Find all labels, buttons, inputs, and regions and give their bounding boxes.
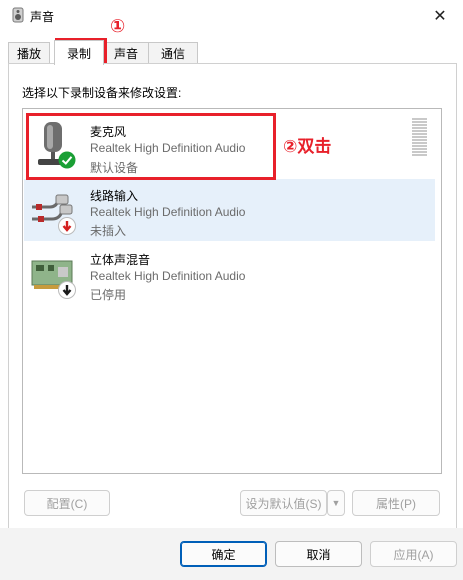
tab-playback[interactable]: 播放	[8, 42, 50, 63]
set-default-dropdown[interactable]: ▼	[327, 490, 345, 516]
ok-button[interactable]: 确定	[180, 541, 267, 567]
annotation-step-1: ①	[110, 16, 126, 36]
title-bar: 声音 ✕	[0, 0, 463, 32]
level-meter	[412, 118, 427, 158]
device-status: 已停用	[90, 288, 127, 302]
device-name: 立体声混音	[90, 253, 151, 267]
apply-button[interactable]: 应用(A)	[370, 541, 457, 567]
configure-button[interactable]: 配置(C)	[24, 490, 110, 516]
tab-sounds[interactable]: 声音	[102, 42, 150, 63]
close-icon: ✕	[433, 8, 447, 25]
speaker-icon	[12, 7, 24, 23]
set-default-button[interactable]: 设为默认值(S)	[240, 490, 327, 516]
device-item-line-in[interactable]: 线路输入 Realtek High Definition Audio 未插入	[24, 179, 435, 241]
properties-button[interactable]: 属性(P)	[352, 490, 440, 516]
annotation-step-2: ②双击	[283, 137, 332, 156]
tab-recording[interactable]: 录制	[54, 40, 104, 65]
window-title: 声音	[30, 10, 55, 24]
device-status: 未插入	[90, 224, 127, 238]
device-item-stereo-mix[interactable]: 立体声混音 Realtek High Definition Audio 已停用	[24, 243, 435, 305]
chevron-down-icon: ▼	[331, 498, 341, 508]
device-driver: Realtek High Definition Audio	[90, 205, 246, 219]
device-driver: Realtek High Definition Audio	[90, 269, 246, 283]
device-name: 线路输入	[90, 189, 139, 203]
instruction-text: 选择以下录制设备来修改设置:	[22, 86, 182, 100]
close-button[interactable]: ✕	[417, 0, 463, 32]
highlight-microphone	[26, 113, 276, 180]
red-down-arrow-icon	[58, 217, 76, 235]
black-down-arrow-icon	[58, 281, 76, 299]
tab-communications[interactable]: 通信	[148, 42, 198, 63]
cancel-button[interactable]: 取消	[275, 541, 362, 567]
